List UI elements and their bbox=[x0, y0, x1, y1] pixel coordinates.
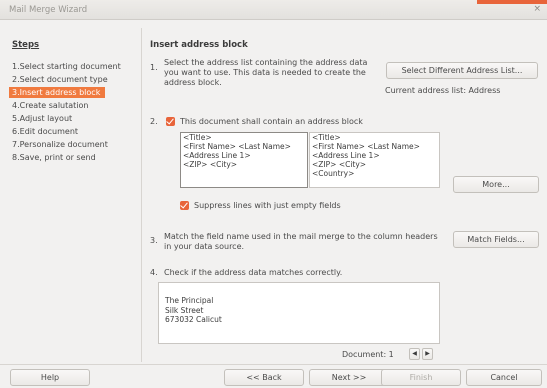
page-title: Insert address block bbox=[150, 40, 248, 50]
close-icon[interactable]: × bbox=[533, 4, 541, 14]
preview-line: <Address Line 1> bbox=[312, 151, 380, 160]
step-insert-address-block[interactable]: 3.Insert address block bbox=[9, 87, 105, 98]
section-3-text: Match the field name used in the mail me… bbox=[164, 232, 438, 251]
address-line: 673032 Calicut bbox=[165, 315, 222, 324]
section-4-number: 4. bbox=[150, 268, 158, 277]
section-1-text: Select the address list containing the a… bbox=[164, 58, 368, 87]
section-4-text: Check if the address data matches correc… bbox=[164, 268, 343, 277]
window-titlebar: Mail Merge Wizard × bbox=[0, 0, 547, 20]
list-item[interactable]: <First Name> <Last Name> bbox=[181, 142, 307, 151]
step-save-print-send[interactable]: 8.Save, print or send bbox=[9, 152, 137, 163]
window-title: Mail Merge Wizard bbox=[9, 5, 88, 15]
help-button[interactable]: Help bbox=[10, 369, 90, 386]
back-button[interactable]: << Back bbox=[224, 369, 304, 386]
address-block-list[interactable]: <Title> <First Name> <Last Name> <Addres… bbox=[180, 132, 308, 188]
step-edit-document[interactable]: 6.Edit document bbox=[9, 126, 137, 137]
steps-sidebar: Steps 1.Select starting document 2.Selec… bbox=[0, 20, 140, 364]
finish-button[interactable]: Finish bbox=[381, 369, 461, 386]
select-different-address-list-button[interactable]: Select Different Address List... bbox=[386, 62, 538, 79]
preview-line: <Country> bbox=[312, 169, 355, 178]
list-item[interactable]: <Address Line 1> bbox=[181, 151, 307, 160]
section-2-number: 2. bbox=[150, 117, 158, 126]
section-1-number: 1. bbox=[150, 63, 158, 72]
dialog-footer: Help << Back Next >> Finish Cancel bbox=[0, 364, 547, 388]
more-button[interactable]: More... bbox=[453, 176, 539, 193]
match-fields-button[interactable]: Match Fields... bbox=[453, 231, 539, 248]
step-personalize-document[interactable]: 7.Personalize document bbox=[9, 139, 137, 150]
current-address-list: Current address list: Address bbox=[385, 86, 501, 95]
step-select-starting-document[interactable]: 1.Select starting document bbox=[9, 61, 137, 72]
next-document-button[interactable]: ▶ bbox=[422, 348, 433, 360]
address-data-preview: The Principal Silk Street 673032 Calicut bbox=[158, 282, 440, 344]
document-counter: Document: 1 bbox=[342, 350, 394, 359]
step-create-salutation[interactable]: 4.Create salutation bbox=[9, 100, 137, 111]
next-button[interactable]: Next >> bbox=[309, 369, 389, 386]
list-item[interactable]: <Title> bbox=[181, 133, 307, 142]
main-panel: Insert address block 1. Select the addre… bbox=[142, 20, 547, 364]
steps-heading: Steps bbox=[12, 40, 40, 50]
address-block-checkbox[interactable] bbox=[166, 117, 175, 126]
suppress-empty-lines-label[interactable]: Suppress lines with just empty fields bbox=[194, 201, 341, 210]
step-select-document-type[interactable]: 2.Select document type bbox=[9, 74, 137, 85]
list-item[interactable]: <ZIP> <City> bbox=[181, 160, 307, 169]
address-block-checkbox-label[interactable]: This document shall contain an address b… bbox=[180, 117, 363, 126]
cancel-button[interactable]: Cancel bbox=[466, 369, 542, 386]
address-line: Silk Street bbox=[165, 305, 204, 315]
preview-line: <First Name> <Last Name> bbox=[312, 142, 420, 151]
address-block-preview: <Title> <First Name> <Last Name> <Addres… bbox=[309, 132, 440, 188]
preview-line: <ZIP> <City> bbox=[312, 160, 367, 169]
step-adjust-layout[interactable]: 5.Adjust layout bbox=[9, 113, 137, 124]
previous-document-button[interactable]: ◀ bbox=[409, 348, 420, 360]
section-3-number: 3. bbox=[150, 236, 158, 245]
preview-line: <Title> bbox=[312, 133, 341, 142]
suppress-empty-lines-checkbox[interactable] bbox=[180, 201, 189, 210]
address-line: The Principal bbox=[165, 296, 214, 305]
